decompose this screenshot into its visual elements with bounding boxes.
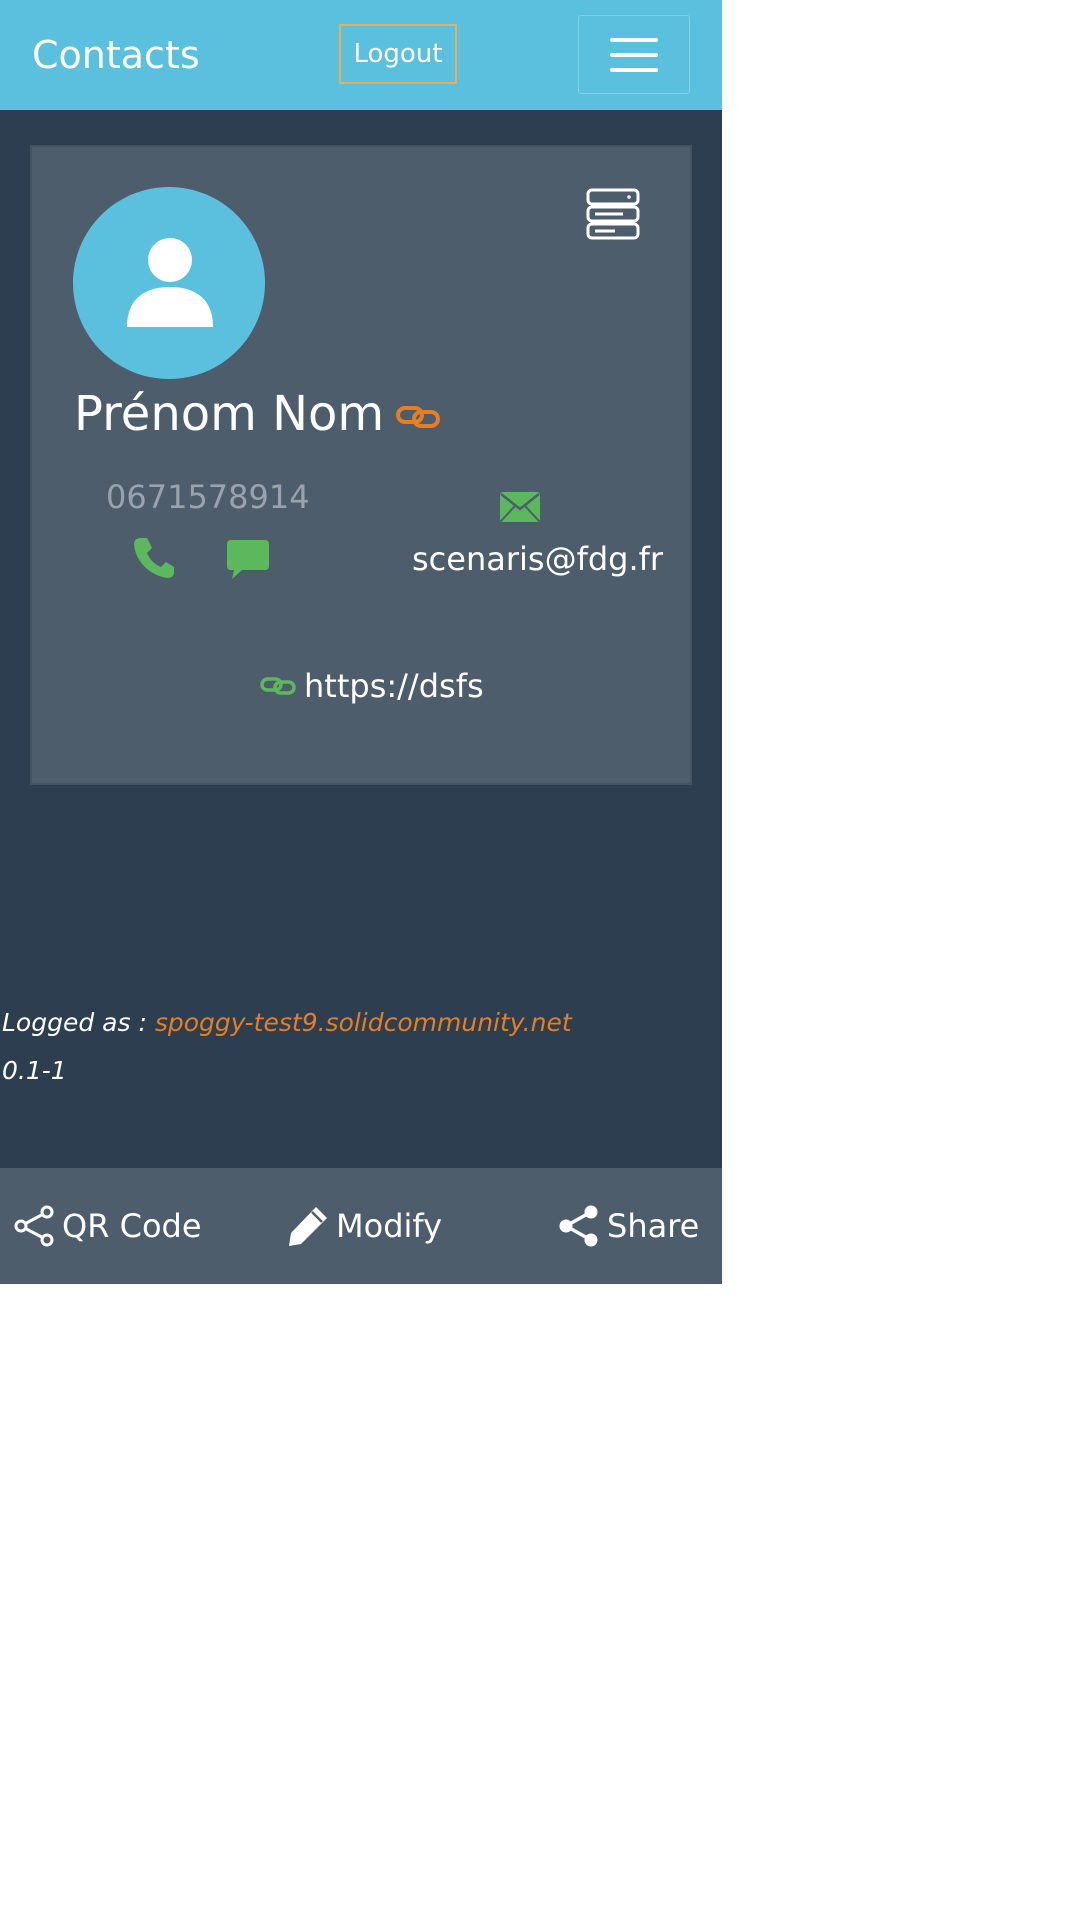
website-url[interactable]: https://dsfs — [304, 667, 484, 705]
contact-name: Prénom Nom — [74, 386, 385, 442]
website-row[interactable]: https://dsfs — [260, 667, 484, 705]
app-title[interactable]: Contacts — [32, 30, 200, 80]
avatar — [73, 187, 265, 379]
share-label: Share — [607, 1207, 700, 1245]
phone-number: 0671578914 — [106, 478, 310, 516]
menu-toggle-button[interactable] — [578, 15, 690, 94]
logout-button[interactable]: Logout — [339, 24, 457, 84]
qr-code-button[interactable]: QR Code — [12, 1168, 202, 1284]
qr-code-label: QR Code — [62, 1207, 202, 1245]
bottom-action-bar: QR Code Modify Share — [0, 1168, 722, 1284]
logged-in-info: Logged as : spoggy-test9.solidcommunity.… — [2, 1005, 572, 1041]
link-icon[interactable] — [396, 379, 441, 449]
hamburger-icon — [610, 38, 658, 42]
logged-prefix: Logged as : — [2, 1008, 155, 1037]
modify-label: Modify — [336, 1207, 443, 1245]
user-icon — [127, 238, 213, 327]
share-nodes-icon — [559, 1205, 598, 1247]
app-version: 0.1-1 — [2, 1056, 67, 1085]
link-icon — [260, 667, 296, 705]
hamburger-icon-bar — [610, 53, 658, 57]
hamburger-icon-bar — [610, 68, 658, 72]
contact-card: Prénom Nom 0671578914 scenaris@fdg.fr ht… — [30, 145, 692, 785]
share-button[interactable]: Share — [557, 1168, 699, 1284]
top-navbar: Contacts Logout — [0, 0, 722, 110]
account-link[interactable]: spoggy-test9.solidcommunity.net — [155, 1008, 572, 1037]
contact-name-row: Prénom Nom — [74, 379, 441, 449]
pencil-icon — [289, 1207, 327, 1246]
share-nodes-icon — [14, 1205, 54, 1247]
app-screen: Contacts Logout Prénom Nom 0671578914 sc… — [0, 0, 722, 1284]
server-icon[interactable] — [585, 187, 641, 241]
chat-icon[interactable] — [226, 538, 270, 584]
modify-button[interactable]: Modify — [286, 1168, 442, 1284]
envelope-icon[interactable] — [499, 491, 541, 527]
email-address[interactable]: scenaris@fdg.fr — [412, 537, 663, 581]
phone-icon[interactable] — [132, 535, 176, 583]
